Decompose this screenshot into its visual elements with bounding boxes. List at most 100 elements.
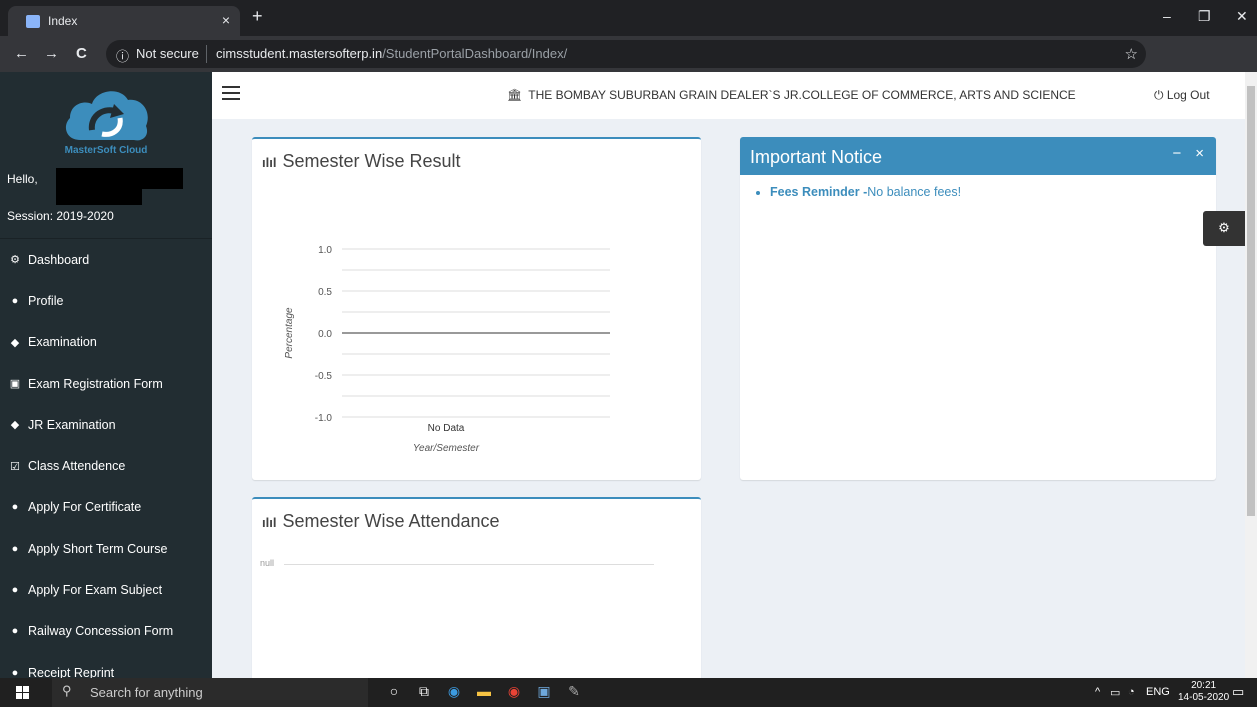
clock-time: 20:21 (1191, 680, 1217, 691)
notice-list: Fees Reminder -No balance fees! (740, 175, 1216, 199)
sidebar-item-exam-registration[interactable]: ▣ Exam Registration Form (0, 363, 212, 404)
pencil-icon: ◆ (10, 336, 20, 349)
sidebar-item-apply-exam-subject[interactable]: ● Apply For Exam Subject (0, 569, 212, 610)
sidebar-item-examination[interactable]: ◆ Examination (0, 322, 212, 363)
y-axis-label: Percentage (284, 307, 295, 359)
sidebar-item-railway-concession[interactable]: ● Railway Concession Form (0, 611, 212, 652)
bookmark-star-icon[interactable]: ☆ (1125, 45, 1138, 63)
not-secure-label: Not secure (136, 46, 199, 61)
x-axis-label: Year/Semester (413, 443, 480, 454)
wifi-icon[interactable]: ◔ (1128, 686, 1135, 698)
taskbar-search[interactable]: ⚲ Search for anything (52, 678, 368, 707)
language-label[interactable]: ENG (1146, 686, 1170, 698)
attendance-gridline (284, 564, 654, 565)
sidebar-item-label: Apply For Certificate (28, 500, 142, 515)
pencil-icon: ◆ (10, 419, 20, 432)
minimize-button[interactable]: – (1163, 8, 1171, 24)
logout-button[interactable]: ⏻ Log Out (1154, 88, 1210, 103)
sidebar-item-label: Apply For Exam Subject (28, 583, 163, 598)
url-separator (206, 45, 207, 63)
new-tab-button[interactable]: + (252, 6, 263, 27)
taskbar-search-label: Search for anything (90, 685, 203, 700)
taskbar-clock[interactable]: 20:21 14-05-2020 (1178, 680, 1229, 704)
tab-title: Index (48, 14, 78, 28)
sidebar-item-class-attendence[interactable]: ☑ Class Attendence (0, 445, 212, 486)
scrollbar-thumb[interactable] (1247, 86, 1255, 516)
sidebar-item-profile[interactable]: ● Profile (0, 280, 212, 321)
sidebar-menu: ⚙ Dashboard ● Profile ◆ Examination ▣ Exam R… (0, 238, 212, 678)
sidebar-item-apply-certificate[interactable]: ● Apply For Certificate (0, 487, 212, 528)
sidebar-item-label: Dashboard (28, 252, 90, 267)
windows-taskbar: ⚲ Search for anything ○ ⧉ ◉ ▬ ◉ ▣ ✎ ^ ▭ … (0, 678, 1257, 707)
sidebar-item-label: Receipt Reprint (28, 665, 115, 678)
page-scrollbar[interactable] (1245, 72, 1257, 678)
sidebar-item-label: Apply Short Term Course (28, 541, 168, 556)
y-tick-label: -1.0 (315, 413, 333, 424)
notification-icon[interactable]: ▭ (1232, 684, 1244, 700)
sidebar-item-label: JR Examination (28, 417, 116, 432)
sidebar-item-label: Class Attendence (28, 459, 126, 474)
institution-icon: 🏛 (507, 88, 523, 102)
y-tick-label: 0.5 (318, 287, 332, 298)
sidebar-item-apply-short-term[interactable]: ● Apply Short Term Course (0, 528, 212, 569)
back-arrow-icon[interactable]: ← (14, 45, 29, 62)
settings-gear-icon[interactable]: ⚙ (1203, 211, 1245, 246)
notice-header: Important Notice − × (740, 137, 1216, 175)
task-view-icon[interactable]: ⧉ (414, 683, 434, 703)
sidebar: MasterSoft Cloud Hello, Session: 2019-20… (0, 72, 212, 678)
sidebar-item-jr-examination[interactable]: ◆ JR Examination (0, 404, 212, 445)
info-icon[interactable]: ⓘ (116, 46, 129, 65)
close-icon[interactable]: × (1195, 145, 1204, 162)
y-tick-label: -0.5 (315, 371, 333, 382)
redacted-name-2 (56, 189, 142, 205)
browser-tab-bar: Index × + – ❐ ✕ (0, 0, 1257, 36)
checkbox-icon: ☑ (10, 460, 20, 473)
maximize-button[interactable]: ❐ (1198, 8, 1211, 25)
no-data-label: No Data (428, 423, 465, 434)
tab-close-icon[interactable]: × (222, 12, 230, 28)
clock-date: 14-05-2020 (1178, 692, 1230, 703)
attendance-null-label: null (260, 558, 275, 568)
main-header: 🏛 THE BOMBAY SUBURBAN GRAIN DEALER`S JR.C… (212, 72, 1245, 119)
session-label: Session: 2019-2020 (7, 209, 114, 223)
sidebar-item-label: Examination (28, 335, 97, 350)
file-explorer-icon[interactable]: ▬ (474, 683, 494, 703)
reload-icon[interactable]: C (76, 45, 87, 62)
edge-icon[interactable]: ◉ (444, 683, 464, 703)
sidebar-item-dashboard[interactable]: ⚙ Dashboard (0, 239, 212, 280)
sidebar-item-label: Profile (28, 293, 64, 308)
cortana-icon[interactable]: ○ (384, 683, 404, 703)
sidebar-item-receipt-reprint[interactable]: ● Receipt Reprint (0, 652, 212, 678)
url-path: /StudentPortalDashboard/Index/ (382, 46, 568, 61)
hamburger-menu-icon[interactable] (222, 86, 240, 100)
close-window-button[interactable]: ✕ (1236, 8, 1248, 25)
page-favicon-icon (26, 15, 40, 28)
url-host: cimsstudent.mastersofterp.in (216, 46, 383, 61)
battery-icon[interactable]: ▭ (1110, 686, 1120, 699)
url-bar[interactable]: ⓘ Not secure cimsstudent.mastersofterp.i… (106, 40, 1146, 68)
result-chart: 1.0 0.5 0.0 -0.5 -1.0 No Data Year/Semester Per… (284, 245, 610, 454)
url-text[interactable]: cimsstudent.mastersofterp.in/StudentPort… (216, 46, 567, 61)
power-icon: ⏻ (1154, 88, 1167, 102)
logout-label: Log Out (1166, 88, 1210, 102)
notice-title: Important Notice (750, 147, 883, 167)
paint-icon[interactable]: ✎ (564, 683, 584, 703)
sidebar-item-label: Railway Concession Form (28, 624, 174, 639)
windows-start-icon[interactable] (16, 686, 30, 700)
logo-text: MasterSoft Cloud (64, 145, 148, 156)
mastersoft-cloud-logo-icon (65, 91, 148, 141)
attendance-box-title: ılıl Semester Wise Attendance (262, 511, 500, 532)
tray-chevron-icon[interactable]: ^ (1095, 686, 1100, 698)
circle-icon: ● (11, 584, 19, 597)
chrome-icon[interactable]: ◉ (504, 683, 524, 703)
forward-arrow-icon[interactable]: → (44, 45, 59, 62)
y-tick-label: 0.0 (318, 329, 332, 340)
hello-label: Hello, (7, 172, 38, 186)
notice-item-text: No balance fees! (867, 185, 962, 199)
browser-tab[interactable]: Index × (8, 6, 240, 36)
circle-icon: ● (11, 542, 19, 555)
collapse-icon[interactable]: − (1172, 145, 1181, 162)
redacted-name (56, 168, 183, 189)
notice-item: Fees Reminder -No balance fees! (770, 185, 1216, 199)
app-icon[interactable]: ▣ (534, 683, 554, 703)
